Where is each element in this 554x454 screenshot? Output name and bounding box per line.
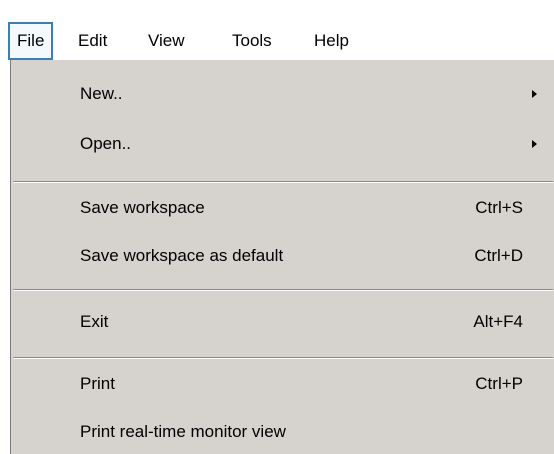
- menu-item-shortcut: Ctrl+P: [475, 374, 523, 393]
- menu-separator: [13, 181, 553, 183]
- menu-edit[interactable]: Edit: [78, 22, 107, 60]
- menu-separator: [13, 289, 553, 291]
- application-window: File Edit View Tools Help New.. Open.. S…: [0, 0, 554, 454]
- menu-item-save-workspace-default[interactable]: Save workspace as default Ctrl+D: [11, 238, 554, 274]
- menu-item-save-workspace[interactable]: Save workspace Ctrl+S: [11, 190, 554, 226]
- menu-item-open[interactable]: Open..: [11, 126, 554, 162]
- menu-item-label: Exit: [80, 312, 109, 331]
- menu-item-label: Save workspace as default: [80, 246, 284, 265]
- menu-item-label: Print: [80, 374, 115, 393]
- menu-item-shortcut: Ctrl+S: [475, 198, 523, 217]
- menu-item-shortcut: Ctrl+D: [474, 246, 523, 265]
- menu-bar: File Edit View Tools Help: [0, 0, 554, 62]
- menu-item-exit[interactable]: Exit Alt+F4: [11, 304, 554, 340]
- menu-item-label: Save workspace: [80, 198, 205, 217]
- menu-item-label: New..: [80, 84, 123, 103]
- menu-item-print[interactable]: Print Ctrl+P: [11, 366, 554, 402]
- menu-item-label: Open..: [80, 134, 132, 153]
- submenu-arrow-icon: [532, 140, 537, 148]
- menu-item-shortcut: Alt+F4: [473, 312, 523, 331]
- menu-item-print-monitor-view[interactable]: Print real-time monitor view: [11, 414, 554, 450]
- submenu-arrow-icon: [532, 90, 537, 98]
- menu-view[interactable]: View: [148, 22, 185, 60]
- menu-separator: [13, 357, 553, 359]
- menu-item-new[interactable]: New..: [11, 76, 554, 112]
- menu-help[interactable]: Help: [314, 22, 349, 60]
- menu-tools[interactable]: Tools: [232, 22, 272, 60]
- menu-file[interactable]: File: [8, 22, 54, 60]
- file-menu-dropdown: New.. Open.. Save workspace Ctrl+S Save …: [10, 60, 554, 454]
- menu-item-label: Print real-time monitor view: [80, 422, 286, 441]
